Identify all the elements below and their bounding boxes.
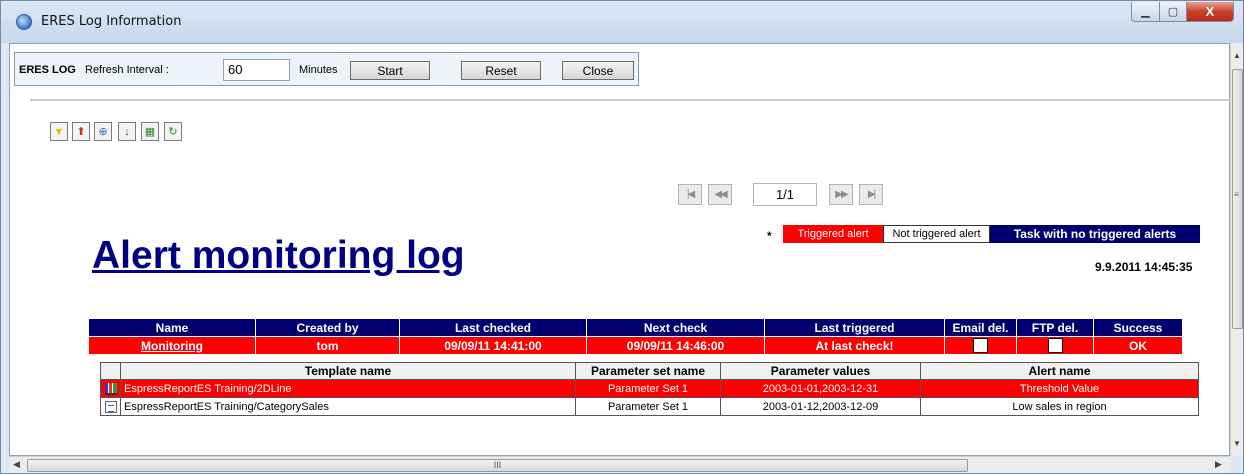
template-name-cell: EspressReportES Training/CategorySales bbox=[120, 397, 576, 416]
vertical-scrollbar[interactable]: ▲ ≡ ▼ bbox=[1230, 43, 1243, 456]
chart-report-icon bbox=[104, 382, 117, 395]
column-header: Success bbox=[1093, 318, 1183, 337]
alert-name-cell: Low sales in region bbox=[920, 397, 1199, 416]
next-page-button[interactable]: ▶▶ bbox=[829, 184, 853, 205]
column-header: Parameter set name bbox=[575, 362, 721, 380]
scroll-left-icon[interactable]: ◀ bbox=[13, 459, 20, 470]
reset-button[interactable]: Reset bbox=[461, 61, 541, 80]
close-button[interactable]: Close bbox=[562, 61, 634, 80]
refresh-icon: ↻ bbox=[168, 126, 178, 138]
eres-log-window: ERES Log Information ▁ ▢ X ERES LOG Refr… bbox=[0, 0, 1244, 474]
zoom-icon: ⊕ bbox=[98, 126, 108, 138]
column-header: Last checked bbox=[399, 318, 587, 337]
template-name-cell: EspressReportES Training/2DLine bbox=[120, 379, 576, 398]
column-header: Email del. bbox=[944, 318, 1017, 337]
eres-log-label: ERES LOG bbox=[19, 64, 76, 76]
parameter-values-cell: 2003-01-01,2003-12-31 bbox=[720, 379, 921, 398]
last-page-button[interactable]: ▶| bbox=[859, 184, 883, 205]
vertical-scroll-thumb[interactable]: ≡ bbox=[1232, 69, 1243, 329]
parameter-set-cell: Parameter Set 1 bbox=[575, 379, 721, 398]
email-delivery-checkbox[interactable] bbox=[973, 338, 988, 354]
scroll-grip-icon: ≡ bbox=[1234, 190, 1239, 199]
legend-triggered-alert: Triggered alert bbox=[783, 225, 883, 243]
divider bbox=[30, 99, 1231, 101]
created-by-cell: tom bbox=[255, 336, 400, 355]
alert-details-table: Template name Parameter set name Paramet… bbox=[100, 362, 1199, 416]
parameter-values-cell: 2003-01-12,2003-12-09 bbox=[720, 397, 921, 416]
column-header: Created by bbox=[255, 318, 400, 337]
minimize-button[interactable]: ▁ bbox=[1131, 2, 1160, 22]
app-icon bbox=[16, 14, 32, 30]
legend-star: * bbox=[767, 229, 772, 243]
refresh-interval-label: Refresh Interval : bbox=[85, 64, 169, 76]
column-header: Alert name bbox=[920, 362, 1199, 380]
last-triggered-cell: At last check! bbox=[764, 336, 945, 355]
last-checked-cell: 09/09/11 14:41:00 bbox=[399, 336, 587, 355]
export-icon: ⬆ bbox=[76, 126, 86, 138]
table-icon: ▦ bbox=[144, 126, 156, 138]
column-header: Next check bbox=[586, 318, 765, 337]
report-title: Alert monitoring log bbox=[92, 234, 465, 277]
column-header: Template name bbox=[120, 362, 576, 380]
column-header: Name bbox=[88, 318, 256, 337]
ftp-delivery-checkbox[interactable] bbox=[1047, 338, 1063, 354]
monitoring-table: Name Created by Last checked Next check … bbox=[88, 318, 1183, 355]
close-window-button[interactable]: X bbox=[1186, 2, 1234, 22]
window-title: ERES Log Information bbox=[41, 14, 182, 29]
table-header-row: Template name Parameter set name Paramet… bbox=[100, 362, 1199, 380]
document-report-icon bbox=[104, 400, 117, 413]
table-header-row: Name Created by Last checked Next check … bbox=[88, 318, 1183, 337]
column-header: FTP del. bbox=[1016, 318, 1094, 337]
legend-task-no-triggered: Task with no triggered alerts bbox=[990, 225, 1200, 243]
start-button[interactable]: Start bbox=[350, 61, 430, 80]
eres-log-toolbar: ERES LOG Refresh Interval : 60 Minutes S… bbox=[14, 52, 639, 86]
success-cell: OK bbox=[1093, 336, 1183, 355]
minutes-label: Minutes bbox=[299, 64, 338, 76]
report-date: 9.9.2011 14:45:35 bbox=[1095, 260, 1193, 274]
sort-icon: ↓ bbox=[124, 125, 130, 138]
parameter-set-cell: Parameter Set 1 bbox=[575, 397, 721, 416]
scroll-down-icon[interactable]: ▼ bbox=[1233, 439, 1241, 448]
filter-button[interactable]: ▼ bbox=[50, 122, 68, 141]
filter-icon: ▼ bbox=[53, 125, 65, 138]
export-button[interactable]: ⬆ bbox=[72, 122, 90, 141]
first-page-button[interactable]: |◀ bbox=[678, 184, 702, 205]
column-header: Parameter values bbox=[720, 362, 921, 380]
maximize-button[interactable]: ▢ bbox=[1159, 2, 1187, 22]
refresh-interval-input[interactable]: 60 bbox=[223, 59, 290, 81]
legend-not-triggered-alert: Not triggered alert bbox=[883, 225, 990, 243]
icon-column-header bbox=[100, 362, 121, 380]
next-check-cell: 09/09/11 14:46:00 bbox=[586, 336, 765, 355]
horizontal-scroll-thumb[interactable]: III bbox=[27, 459, 968, 472]
table-row: Monitoring tom 09/09/11 14:41:00 09/09/1… bbox=[88, 336, 1183, 355]
title-bar[interactable]: ERES Log Information ▁ ▢ X bbox=[1, 1, 1243, 43]
table-row[interactable]: EspressReportES Training/CategorySales P… bbox=[100, 397, 1199, 416]
zoom-button[interactable]: ⊕ bbox=[94, 122, 112, 141]
previous-page-button[interactable]: ◀◀ bbox=[708, 184, 732, 205]
alert-name-cell: Threshold Value bbox=[920, 379, 1199, 398]
table-row[interactable]: EspressReportES Training/2DLine Paramete… bbox=[100, 379, 1199, 398]
horizontal-scrollbar[interactable]: ◀ III ▶ bbox=[9, 456, 1230, 473]
scroll-right-icon[interactable]: ▶ bbox=[1215, 459, 1222, 470]
scroll-up-icon[interactable]: ▲ bbox=[1233, 51, 1241, 60]
monitoring-link[interactable]: Monitoring bbox=[141, 339, 203, 353]
table-button[interactable]: ▦ bbox=[141, 122, 159, 141]
page-indicator[interactable]: 1/1 bbox=[753, 183, 817, 206]
content-area: ERES LOG Refresh Interval : 60 Minutes S… bbox=[9, 43, 1231, 456]
column-header: Last triggered bbox=[764, 318, 945, 337]
refresh-button[interactable]: ↻ bbox=[164, 122, 182, 141]
sort-button[interactable]: ↓ bbox=[118, 122, 136, 141]
